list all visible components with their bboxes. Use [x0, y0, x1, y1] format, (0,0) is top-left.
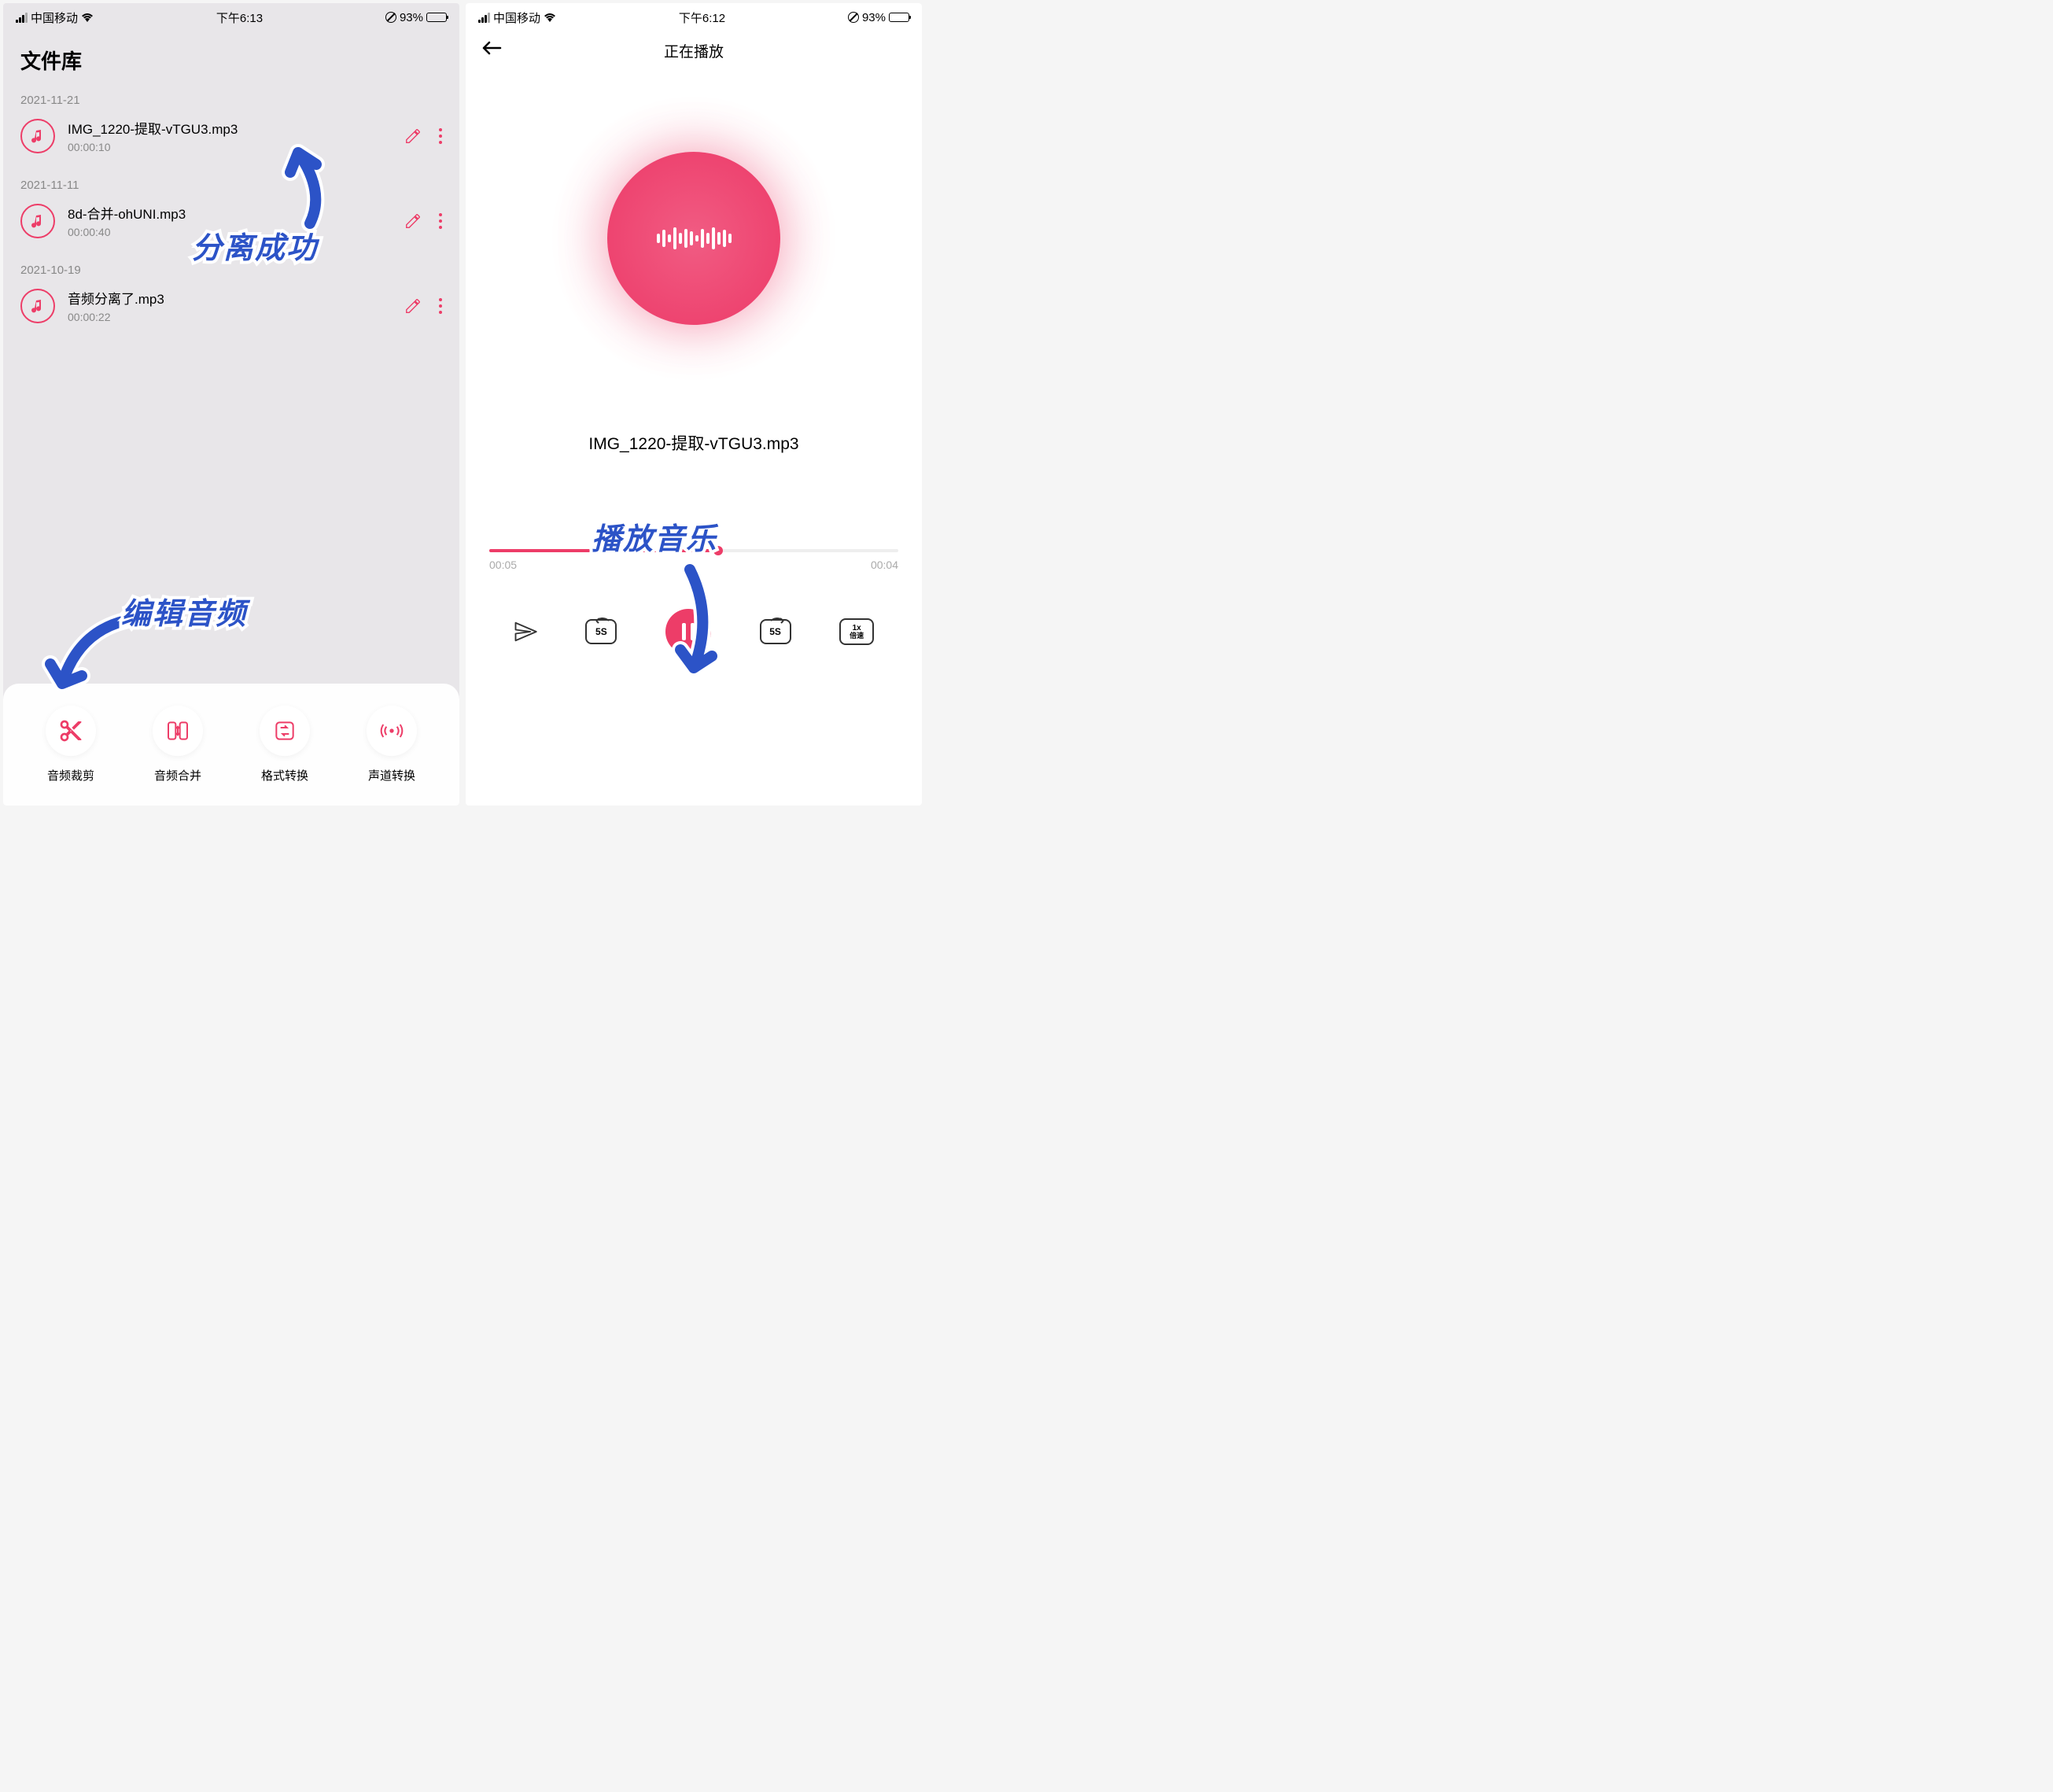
trim-tool[interactable]: 音频裁剪 [46, 706, 96, 784]
status-bar: 中国移动 下午6:13 93% [3, 3, 459, 31]
status-time: 下午6:12 [679, 9, 725, 26]
more-icon[interactable] [439, 298, 442, 314]
tool-label: 格式转换 [261, 767, 308, 784]
scissors-icon [46, 706, 96, 756]
battery-percent: 93% [400, 11, 423, 24]
merge-icon [153, 706, 203, 756]
carrier-label: 中国移动 [493, 9, 540, 26]
file-info: 音频分离了.mp3 00:00:22 [55, 288, 404, 323]
share-button[interactable] [514, 620, 537, 643]
page-title: 文件库 [3, 31, 459, 83]
edit-icon[interactable] [404, 297, 422, 315]
file-name: 音频分离了.mp3 [68, 288, 404, 308]
file-group: 2021-10-19 音频分离了.mp3 00:00:22 [20, 253, 442, 337]
file-item[interactable]: 音频分离了.mp3 00:00:22 [20, 282, 442, 337]
ring-mode-icon [848, 12, 859, 23]
track-name: IMG_1220-提取-vTGU3.mp3 [466, 431, 922, 455]
progress-thumb[interactable] [713, 546, 723, 555]
progress-fill [489, 549, 718, 552]
progress-bar[interactable] [489, 549, 898, 552]
speed-button[interactable]: 1x 倍速 [839, 618, 874, 645]
music-note-icon [20, 289, 55, 323]
file-group: 2021-11-11 8d-合并-ohUNI.mp3 00:00:40 [20, 168, 442, 253]
status-left: 中国移动 [16, 9, 94, 26]
skip-back-button[interactable]: 5S [585, 619, 617, 644]
tool-label: 音频合并 [154, 767, 201, 784]
tool-label: 声道转换 [368, 767, 415, 784]
file-name: IMG_1220-提取-vTGU3.mp3 [68, 118, 404, 138]
file-name: 8d-合并-ohUNI.mp3 [68, 203, 404, 223]
file-duration: 00:00:10 [68, 141, 404, 153]
speed-label: 倍速 [850, 632, 864, 640]
nav-title: 正在播放 [664, 40, 724, 61]
left-phone-screen: 中国移动 下午6:13 93% 文件库 2021-11-21 IMG_1220-… [3, 3, 459, 806]
file-item[interactable]: IMG_1220-提取-vTGU3.mp3 00:00:10 [20, 112, 442, 168]
status-right: 93% [385, 11, 447, 24]
pause-icon [682, 623, 695, 640]
player-controls: 5S 5S 1x 倍速 [466, 609, 922, 654]
bottom-tools: 音频裁剪 音频合并 格式转换 声道转换 [3, 684, 459, 806]
wifi-icon [81, 13, 94, 22]
status-right: 93% [848, 11, 909, 24]
file-info: 8d-合并-ohUNI.mp3 00:00:40 [55, 203, 404, 238]
glow-circle [548, 93, 839, 384]
battery-icon [889, 13, 909, 22]
music-note-icon [20, 204, 55, 238]
channel-icon [367, 706, 417, 756]
player-visual [466, 69, 922, 407]
skip-back-label: 5S [595, 626, 607, 637]
play-pause-button[interactable] [665, 609, 711, 654]
wifi-icon [544, 13, 556, 22]
speed-rate: 1x [853, 624, 861, 632]
signal-icon [478, 13, 490, 23]
format-tool[interactable]: 格式转换 [260, 706, 310, 784]
battery-icon [426, 13, 447, 22]
remaining-time: 00:04 [871, 559, 898, 571]
nav-bar: 正在播放 [466, 31, 922, 69]
battery-percent: 93% [862, 11, 886, 24]
more-icon[interactable] [439, 128, 442, 144]
annotation-edit-audio: 编辑音频 [121, 589, 247, 632]
file-date: 2021-11-21 [20, 83, 442, 112]
skip-forward-button[interactable]: 5S [760, 619, 791, 644]
skip-fwd-label: 5S [769, 626, 781, 637]
more-icon[interactable] [439, 213, 442, 229]
player-disc [607, 152, 780, 325]
back-button[interactable] [481, 39, 502, 61]
current-time: 00:05 [489, 559, 517, 571]
file-date: 2021-10-19 [20, 253, 442, 282]
merge-tool[interactable]: 音频合并 [153, 706, 203, 784]
progress-area: 00:05 00:04 [466, 549, 922, 571]
signal-icon [16, 13, 28, 23]
status-left: 中国移动 [478, 9, 556, 26]
file-duration: 00:00:40 [68, 226, 404, 238]
waveform-icon [657, 227, 732, 249]
status-bar: 中国移动 下午6:12 93% [466, 3, 922, 31]
carrier-label: 中国移动 [31, 9, 78, 26]
file-item[interactable]: 8d-合并-ohUNI.mp3 00:00:40 [20, 197, 442, 253]
edit-icon[interactable] [404, 212, 422, 230]
file-info: IMG_1220-提取-vTGU3.mp3 00:00:10 [55, 118, 404, 153]
file-list: 2021-11-21 IMG_1220-提取-vTGU3.mp3 00:00:1… [3, 83, 459, 337]
file-group: 2021-11-21 IMG_1220-提取-vTGU3.mp3 00:00:1… [20, 83, 442, 168]
status-time: 下午6:13 [216, 9, 263, 26]
progress-times: 00:05 00:04 [489, 559, 898, 571]
convert-icon [260, 706, 310, 756]
right-phone-screen: 中国移动 下午6:12 93% 正在播放 [466, 3, 922, 806]
ring-mode-icon [385, 12, 396, 23]
music-note-icon [20, 119, 55, 153]
file-duration: 00:00:22 [68, 311, 404, 323]
file-date: 2021-11-11 [20, 168, 442, 197]
edit-icon[interactable] [404, 127, 422, 145]
tool-label: 音频裁剪 [47, 767, 94, 784]
channel-tool[interactable]: 声道转换 [367, 706, 417, 784]
